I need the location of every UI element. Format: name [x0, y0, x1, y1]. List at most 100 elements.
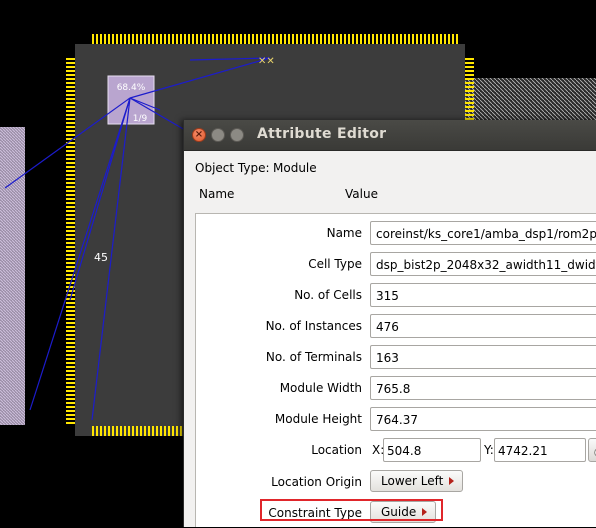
- io-pin: [168, 34, 170, 44]
- io-pin: [66, 358, 75, 360]
- location-pick-button[interactable]: [588, 438, 596, 462]
- io-pin: [204, 34, 206, 44]
- io-pin: [66, 370, 75, 372]
- io-pin: [440, 34, 442, 44]
- io-pin: [132, 426, 134, 436]
- io-pin: [66, 398, 75, 400]
- close-button[interactable]: ×: [192, 128, 206, 142]
- io-pin: [196, 34, 198, 44]
- io-pin: [284, 34, 286, 44]
- cross-marker: ✕✕: [258, 56, 275, 67]
- io-pin: [400, 34, 402, 44]
- io-pin: [66, 198, 75, 200]
- io-pin: [408, 34, 410, 44]
- io-pin: [66, 114, 75, 116]
- io-pin: [66, 170, 75, 172]
- attr-field-cell-type[interactable]: dsp_bist2p_2048x32_awidth11_dwidth32: [370, 252, 596, 276]
- io-pin: [66, 222, 75, 224]
- io-pin: [200, 34, 202, 44]
- io-pin: [66, 146, 75, 148]
- io-pin: [92, 34, 94, 44]
- io-pin: [66, 206, 75, 208]
- io-pin: [276, 34, 278, 44]
- io-pin: [300, 34, 302, 44]
- location-label: Location: [311, 443, 362, 457]
- io-pin: [288, 34, 290, 44]
- minimize-button[interactable]: [211, 128, 225, 142]
- io-pin: [240, 34, 242, 44]
- attr-field-terminals[interactable]: 163: [370, 345, 596, 369]
- io-pin: [228, 34, 230, 44]
- attr-field-name[interactable]: coreinst/ks_core1/amba_dsp1/rom2p_2k: [370, 221, 596, 245]
- io-pin: [416, 34, 418, 44]
- io-pin: [112, 34, 114, 44]
- left-macro[interactable]: [0, 127, 25, 425]
- location-y-label: Y:: [484, 443, 494, 457]
- io-pin: [66, 182, 75, 184]
- io-pin: [465, 82, 474, 84]
- io-pin: [344, 34, 346, 44]
- io-pin: [404, 34, 406, 44]
- io-pin: [66, 242, 75, 244]
- io-pin: [180, 34, 182, 44]
- io-pin: [66, 238, 75, 240]
- io-pin: [152, 34, 154, 44]
- io-pin: [260, 34, 262, 44]
- io-pin: [180, 426, 182, 436]
- io-pin: [66, 402, 75, 404]
- io-pin: [66, 98, 75, 100]
- io-pin: [236, 34, 238, 44]
- io-pin: [188, 34, 190, 44]
- attr-row-name: Name coreinst/ks_core1/amba_dsp1/rom2p_2…: [196, 220, 596, 248]
- io-pin: [66, 58, 75, 60]
- io-pin: [66, 130, 75, 132]
- io-pin: [296, 34, 298, 44]
- io-pin: [66, 214, 75, 216]
- io-pin: [66, 62, 75, 64]
- io-pin: [348, 34, 350, 44]
- maximize-button[interactable]: [230, 128, 244, 142]
- io-pin: [66, 414, 75, 416]
- io-pin: [456, 34, 458, 44]
- location-y-field[interactable]: 4742.21: [494, 438, 586, 462]
- io-pin: [256, 34, 258, 44]
- io-pin: [66, 66, 75, 68]
- io-pin: [148, 34, 150, 44]
- io-pin: [264, 34, 266, 44]
- io-pin: [465, 74, 474, 76]
- io-pin: [66, 254, 75, 256]
- net-count-label: 45: [94, 251, 108, 264]
- attr-row-cells: No. of Cells 315: [196, 282, 596, 310]
- io-pin: [312, 34, 314, 44]
- io-pin: [66, 178, 75, 180]
- io-pin: [272, 34, 274, 44]
- io-pin: [352, 34, 354, 44]
- attribute-editor-window[interactable]: × Attribute Editor Object Type: Module N…: [183, 120, 596, 527]
- io-pin: [104, 426, 106, 436]
- io-pin: [116, 34, 118, 44]
- location-origin-dropdown[interactable]: Lower Left: [370, 470, 464, 492]
- io-pin: [108, 34, 110, 44]
- title-bar[interactable]: × Attribute Editor: [184, 120, 596, 151]
- attr-field-cells[interactable]: 315: [370, 283, 596, 307]
- io-pin: [140, 34, 142, 44]
- io-pin: [66, 374, 75, 376]
- module-sub-label: 1/9: [133, 114, 148, 124]
- attr-label: Module Width: [279, 381, 362, 395]
- io-pin: [66, 202, 75, 204]
- io-pin: [384, 34, 386, 44]
- attr-field-instances[interactable]: 476: [370, 314, 596, 338]
- io-pin: [66, 110, 75, 112]
- io-pin: [66, 266, 75, 268]
- attr-field-height[interactable]: 764.37: [370, 407, 596, 431]
- io-pin: [324, 34, 326, 44]
- attr-field-width[interactable]: 765.8: [370, 376, 596, 400]
- io-pin: [436, 34, 438, 44]
- io-pin: [66, 422, 75, 424]
- location-x-field[interactable]: 504.8: [383, 438, 481, 462]
- io-pin: [176, 426, 178, 436]
- io-pin: [136, 34, 138, 44]
- io-pin: [66, 250, 75, 252]
- io-pin: [66, 354, 75, 356]
- io-pin: [328, 34, 330, 44]
